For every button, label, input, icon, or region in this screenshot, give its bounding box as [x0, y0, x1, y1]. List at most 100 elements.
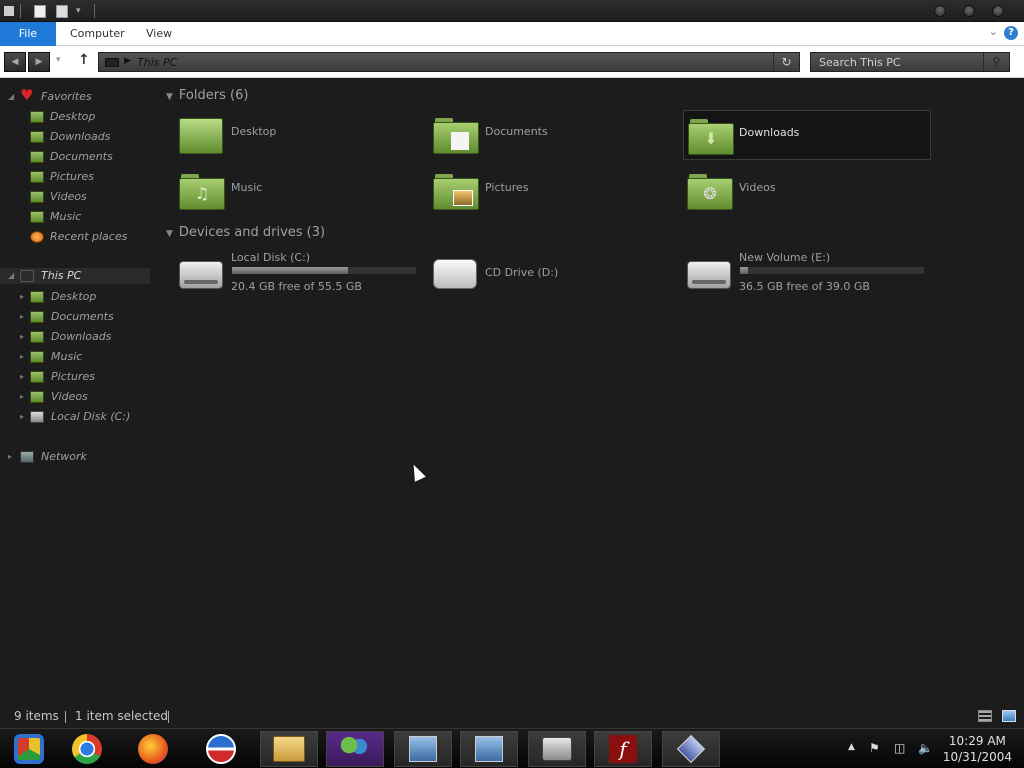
taskbar-app-explorer[interactable] — [260, 731, 318, 767]
nav-this-pc-label: This PC — [41, 269, 82, 282]
drive-usage-bar — [231, 266, 417, 275]
nav-label: Videos — [50, 190, 87, 203]
collapse-icon[interactable]: ◢ — [8, 267, 14, 285]
taskbar-app-firefox[interactable] — [124, 731, 182, 767]
system-menu-icon[interactable] — [4, 3, 14, 19]
search-input[interactable] — [811, 53, 985, 71]
item-count: 9 items — [14, 709, 59, 723]
back-button[interactable]: ◀ — [4, 52, 26, 72]
folders-section-header[interactable]: ▼ Folders (6) — [166, 88, 248, 103]
drive-d[interactable]: CD Drive (D:) — [433, 251, 681, 301]
properties-icon[interactable] — [34, 3, 46, 19]
expand-icon[interactable]: ▸ — [20, 288, 24, 306]
volume-icon[interactable]: 🔈 — [918, 741, 933, 755]
up-button[interactable]: ↑ — [78, 52, 90, 68]
desktop-folder-icon — [179, 116, 225, 156]
tab-file[interactable]: File — [0, 22, 56, 46]
this-pc-icon — [105, 58, 119, 67]
taskbar-app-obama[interactable] — [192, 731, 250, 767]
status-bar: 9 items 1 item selected — [0, 706, 1024, 728]
hard-drive-icon — [687, 261, 731, 289]
diamond-app-icon — [676, 734, 706, 764]
drive-name: New Volume (E:) — [739, 251, 831, 264]
music-icon — [30, 351, 44, 363]
clock-time: 10:29 AM — [948, 734, 1006, 748]
taskbar-app-chrome[interactable] — [58, 731, 116, 767]
folder-documents[interactable]: Documents — [433, 110, 681, 160]
nav-label: Documents — [51, 310, 114, 323]
downloads-icon — [30, 131, 44, 143]
folder-pictures[interactable]: Pictures — [433, 166, 681, 216]
clock-date: 10/31/2004 — [942, 750, 1012, 764]
collapse-icon[interactable]: ◢ — [8, 88, 14, 106]
maximize-button[interactable] — [963, 5, 975, 17]
file-explorer-icon — [273, 736, 305, 762]
down-arrow-glyph: ⬇ — [704, 129, 718, 148]
network-tray-icon[interactable]: ◫ — [894, 741, 905, 755]
taskbar-app-diamond[interactable] — [662, 731, 720, 767]
minimize-button[interactable] — [934, 5, 946, 17]
flash-icon: f — [609, 735, 637, 763]
selection-count: 1 item selected — [75, 709, 169, 723]
printer-icon — [542, 737, 572, 761]
expand-icon[interactable]: ▸ — [8, 448, 12, 466]
search-icon[interactable]: ⚲ — [983, 53, 1009, 71]
expand-icon[interactable]: ▸ — [20, 308, 24, 326]
collapse-icon[interactable]: ▼ — [166, 92, 173, 102]
local-disk-icon — [30, 411, 44, 423]
address-bar[interactable]: ▶ This PC ↻ — [98, 52, 800, 72]
music-folder-icon: ♫ — [179, 172, 225, 212]
tab-computer[interactable]: Computer — [58, 22, 137, 46]
music-icon — [30, 211, 44, 223]
pictures-folder-icon — [433, 172, 479, 212]
expand-icon[interactable]: ▸ — [20, 348, 24, 366]
show-hidden-icons-icon[interactable]: ▲ — [848, 742, 855, 752]
taskbar-app-network1[interactable] — [394, 731, 452, 767]
forward-button[interactable]: ▶ — [28, 52, 50, 72]
network-icon — [20, 451, 34, 463]
title-bar: ▾ — [0, 0, 1024, 22]
system-clock[interactable]: 10:29 AM 10/31/2004 — [943, 733, 1012, 765]
videos-icon — [30, 191, 44, 203]
cd-drive-icon — [433, 259, 477, 289]
taskbar-app-messenger[interactable] — [326, 731, 384, 767]
close-button[interactable] — [992, 5, 1004, 17]
refresh-button[interactable]: ↻ — [773, 53, 799, 71]
qa-divider — [94, 4, 95, 18]
folder-videos[interactable]: ❂ Videos — [687, 166, 935, 216]
new-folder-icon[interactable] — [56, 3, 68, 19]
details-view-icon[interactable] — [978, 710, 992, 722]
videos-folder-icon: ❂ — [687, 172, 733, 212]
drive-e[interactable]: New Volume (E:) 36.5 GB free of 39.0 GB — [687, 251, 935, 301]
nav-favorites-label: Favorites — [41, 90, 92, 103]
start-button[interactable] — [0, 731, 58, 767]
help-icon[interactable]: ? — [1004, 26, 1018, 40]
collapse-icon[interactable]: ▼ — [166, 229, 173, 239]
expand-icon[interactable]: ▸ — [20, 368, 24, 386]
qa-customize-icon[interactable]: ▾ — [76, 3, 81, 19]
taskbar-app-network2[interactable] — [460, 731, 518, 767]
drive-c[interactable]: Local Disk (C:) 20.4 GB free of 55.5 GB — [179, 251, 427, 301]
devices-section-header[interactable]: ▼ Devices and drives (3) — [166, 225, 325, 240]
folder-music[interactable]: ♫ Music — [179, 166, 427, 216]
tab-view[interactable]: View — [134, 22, 184, 46]
msn-messenger-icon — [340, 736, 370, 762]
breadcrumb[interactable]: This PC — [137, 56, 177, 69]
expand-ribbon-icon[interactable]: ⌄ — [989, 25, 998, 38]
expand-icon[interactable]: ▸ — [20, 408, 24, 426]
taskbar-app-flash[interactable]: f — [594, 731, 652, 767]
action-center-flag-icon[interactable]: ⚑ — [869, 741, 880, 755]
expand-icon[interactable]: ▸ — [20, 328, 24, 346]
folder-desktop[interactable]: Desktop — [179, 110, 427, 160]
nav-label: Local Disk (C:) — [51, 410, 131, 423]
recent-locations-icon[interactable]: ▾ — [56, 55, 61, 65]
expand-icon[interactable]: ▸ — [20, 388, 24, 406]
nav-label: Music — [51, 350, 83, 363]
taskbar-app-printer[interactable] — [528, 731, 586, 767]
nav-label: Pictures — [51, 370, 96, 383]
breadcrumb-arrow-icon[interactable]: ▶ — [124, 56, 131, 66]
large-icons-view-icon[interactable] — [1002, 710, 1016, 722]
search-box[interactable]: ⚲ — [810, 52, 1010, 72]
folder-downloads[interactable]: ⬇ Downloads — [683, 110, 931, 160]
folder-label: Music — [231, 181, 263, 194]
